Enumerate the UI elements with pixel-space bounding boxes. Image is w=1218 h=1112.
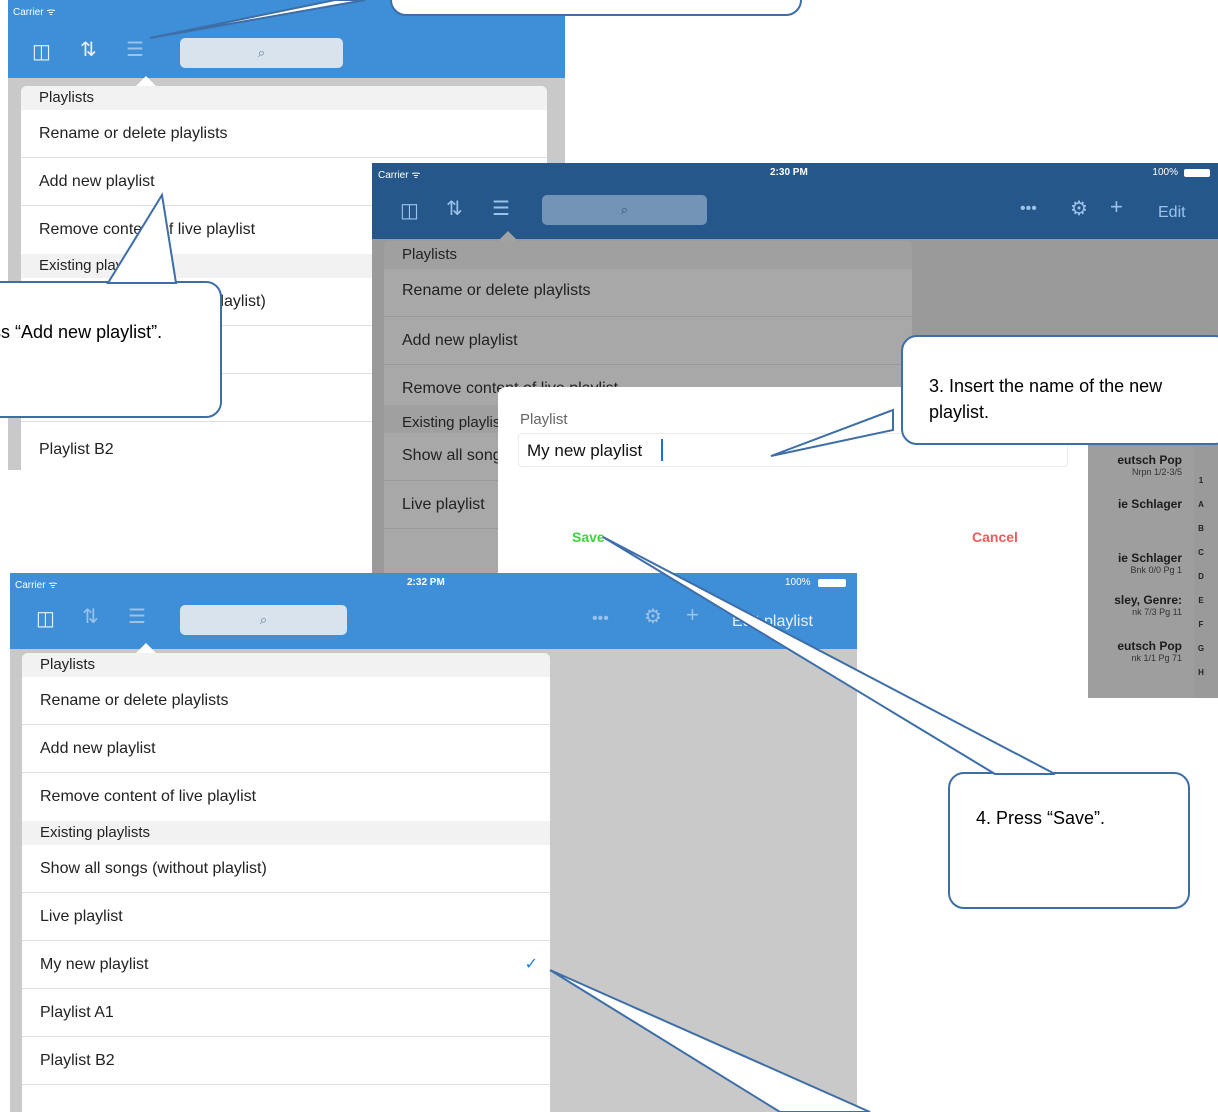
callout-tail-step2 (106, 192, 178, 284)
callout-tail-step1 (149, 0, 366, 39)
callout-tail-step4 (602, 536, 1056, 775)
callout-tail-step3 (770, 408, 894, 457)
callout-tails (106, 0, 1056, 1112)
callout-tail-step5 (549, 969, 871, 1112)
